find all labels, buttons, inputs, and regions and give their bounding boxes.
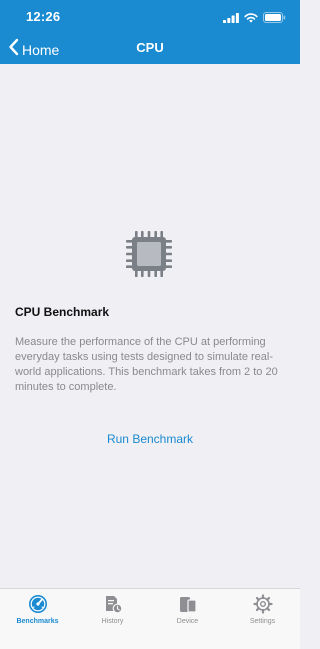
benchmark-title: CPU Benchmark: [15, 305, 110, 319]
tab-label: Settings: [249, 618, 276, 625]
speedometer-icon: [27, 594, 49, 614]
tab-history[interactable]: History: [75, 589, 150, 649]
cpu-chip-icon: [123, 228, 175, 280]
benchmark-description: Measure the performance of the CPU at pe…: [15, 336, 278, 393]
tab-label: Device: [176, 618, 199, 625]
signal-icon: [223, 10, 239, 28]
tab-bar: Benchmarks History Device Settings: [0, 588, 300, 649]
tab-label: History: [101, 618, 124, 625]
wifi-icon: [244, 10, 258, 28]
status-time: 12:26: [26, 9, 61, 24]
page-title: CPU: [136, 40, 164, 55]
status-bar: 12:26: [0, 0, 300, 32]
status-icons: [223, 10, 286, 28]
tab-benchmarks[interactable]: Benchmarks: [0, 589, 75, 649]
tab-label: Benchmarks: [16, 618, 59, 625]
top-bar: 12:26 Home CPU: [0, 0, 300, 64]
gear-icon: [252, 594, 274, 614]
screen: 12:26 Home CPU CPU Benchmark Measure the…: [0, 0, 300, 649]
history-document-icon: [102, 594, 124, 614]
device-icon: [177, 594, 199, 614]
battery-icon: [263, 10, 286, 28]
tab-device[interactable]: Device: [150, 589, 225, 649]
tab-settings[interactable]: Settings: [225, 589, 300, 649]
navigation-bar: Home CPU: [0, 32, 300, 64]
run-benchmark-button[interactable]: Run Benchmark: [0, 432, 300, 446]
